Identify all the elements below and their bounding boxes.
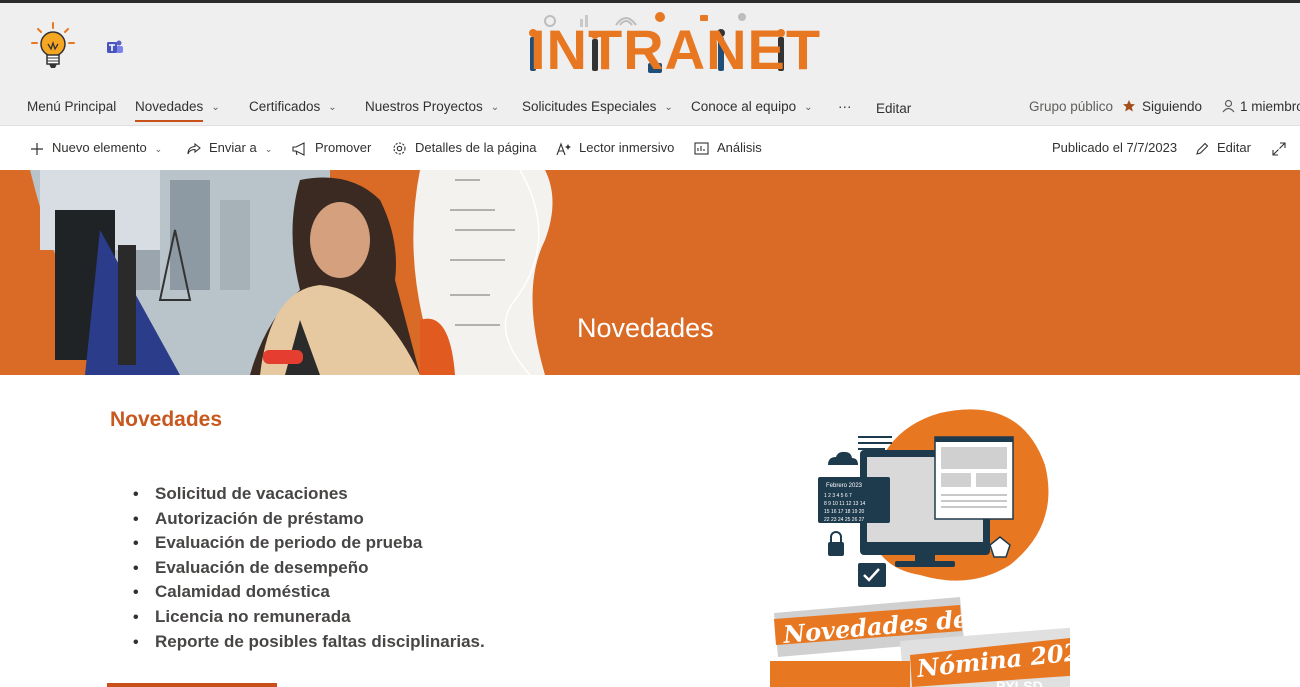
follow-button[interactable]: Siguiendo [1122, 89, 1202, 126]
nav-item-novedades[interactable]: Novedades ⌄ [135, 89, 220, 126]
teams-icon[interactable] [106, 39, 124, 55]
list-item: • Licencia no remunerada [133, 605, 485, 630]
star-icon [1123, 100, 1135, 112]
nav-edit-link[interactable]: Editar [876, 91, 911, 128]
chevron-down-icon: ⌄ [328, 102, 337, 113]
list-item: • Evaluación de desempeño [133, 556, 485, 581]
brand-text: INTRANET [530, 18, 822, 81]
banner-photo [0, 170, 560, 375]
expand-button[interactable] [1272, 126, 1294, 170]
megaphone-icon [292, 141, 305, 156]
section-title: Novedades [110, 408, 223, 431]
chevron-down-icon: ⌄ [154, 144, 163, 154]
bullet: • [133, 608, 139, 626]
page-details-button[interactable]: Detalles de la página [392, 126, 536, 170]
svg-text:15 16 17 18 19 20: 15 16 17 18 19 20 [824, 509, 865, 515]
list-item: • Solicitud de vacaciones [133, 482, 485, 507]
nav-more-button[interactable]: ··· [838, 89, 852, 126]
pencil-icon [1196, 142, 1209, 155]
svg-text:22 23 24 25 26 27: 22 23 24 25 26 27 [824, 517, 865, 523]
hero-banner: Novedades [0, 170, 1300, 375]
send-to-button[interactable]: Enviar a ⌄ [186, 126, 272, 170]
list-item: • Reporte de posibles faltas disciplinari… [133, 630, 485, 655]
immersive-reader-icon [556, 141, 571, 155]
promote-button[interactable]: Promover [291, 126, 371, 170]
nav-item-nuestros-proyectos[interactable]: Nuestros Proyectos ⌄ [365, 89, 499, 126]
site-navigation: Menú Principal Novedades ⌄ Certificados ⌄ … [0, 89, 1300, 126]
list-item: • Evaluación de periodo de prueba [133, 531, 485, 556]
analytics-button[interactable]: Análisis [694, 126, 762, 170]
group-type-label: Grupo público [1029, 99, 1114, 114]
chevron-down-icon: ⌄ [804, 102, 813, 113]
bullet: • [133, 535, 139, 553]
bullet: • [133, 559, 139, 577]
chevron-down-icon: ⌄ [664, 102, 673, 113]
svg-text:8 9 10 11 12 13 14: 8 9 10 11 12 13 14 [824, 501, 866, 507]
calendar-month: Febrero 2023 [826, 483, 863, 489]
nav-item-solicitudes-especiales[interactable]: Solicitudes Especiales ⌄ [522, 89, 673, 126]
command-bar: Nuevo elemento ⌄ Enviar a ⌄ Promover Detal… [0, 126, 1300, 170]
lightbulb-logo-icon[interactable] [30, 21, 76, 73]
new-item-button[interactable]: Nuevo elemento ⌄ [30, 126, 162, 170]
chevron-down-icon: ⌄ [264, 144, 273, 154]
svg-text:1 2 3 4 5 6 7: 1 2 3 4 5 6 7 [824, 493, 852, 499]
bullet: • [133, 510, 139, 528]
immersive-reader-button[interactable]: Lector inmersivo [556, 126, 674, 170]
published-date: Publicado el 7/7/2023 [1052, 140, 1178, 155]
chevron-down-icon: ⌄ [490, 102, 500, 113]
banner-title: Novedades [577, 313, 714, 343]
chevron-down-icon: ⌄ [211, 102, 220, 113]
nav-item-certificados[interactable]: Certificados ⌄ [249, 89, 337, 126]
share-icon [187, 142, 201, 154]
bullet: • [133, 486, 139, 503]
analytics-icon [694, 142, 709, 155]
list-item: • Autorización de préstamo [133, 507, 485, 532]
expand-icon [1272, 142, 1286, 156]
illustration-line-3: PYLSD [996, 678, 1043, 687]
list-item: • Calamidad doméstica [133, 580, 485, 605]
nav-item-menu-principal[interactable]: Menú Principal [27, 89, 116, 126]
bullet: • [133, 584, 139, 602]
site-header: INTRANET [0, 3, 1300, 89]
bullet: • [133, 633, 139, 651]
intranet-brand-logo[interactable]: INTRANET [520, 7, 820, 85]
payroll-news-illustration: Febrero 2023 1 2 3 4 5 6 7 8 9 10 11 12 1… [770, 409, 1070, 687]
members-button[interactable]: 1 miembro [1222, 89, 1300, 126]
gear-icon [393, 142, 406, 155]
plus-icon [31, 142, 43, 155]
button-top-edge[interactable] [107, 683, 277, 687]
news-list: • Solicitud de vacaciones • Autorización d… [133, 482, 485, 654]
edit-page-button[interactable]: Editar [1195, 126, 1251, 170]
person-icon [1222, 99, 1235, 113]
nav-item-conoce-al-equipo[interactable]: Conoce al equipo ⌄ [691, 89, 812, 126]
